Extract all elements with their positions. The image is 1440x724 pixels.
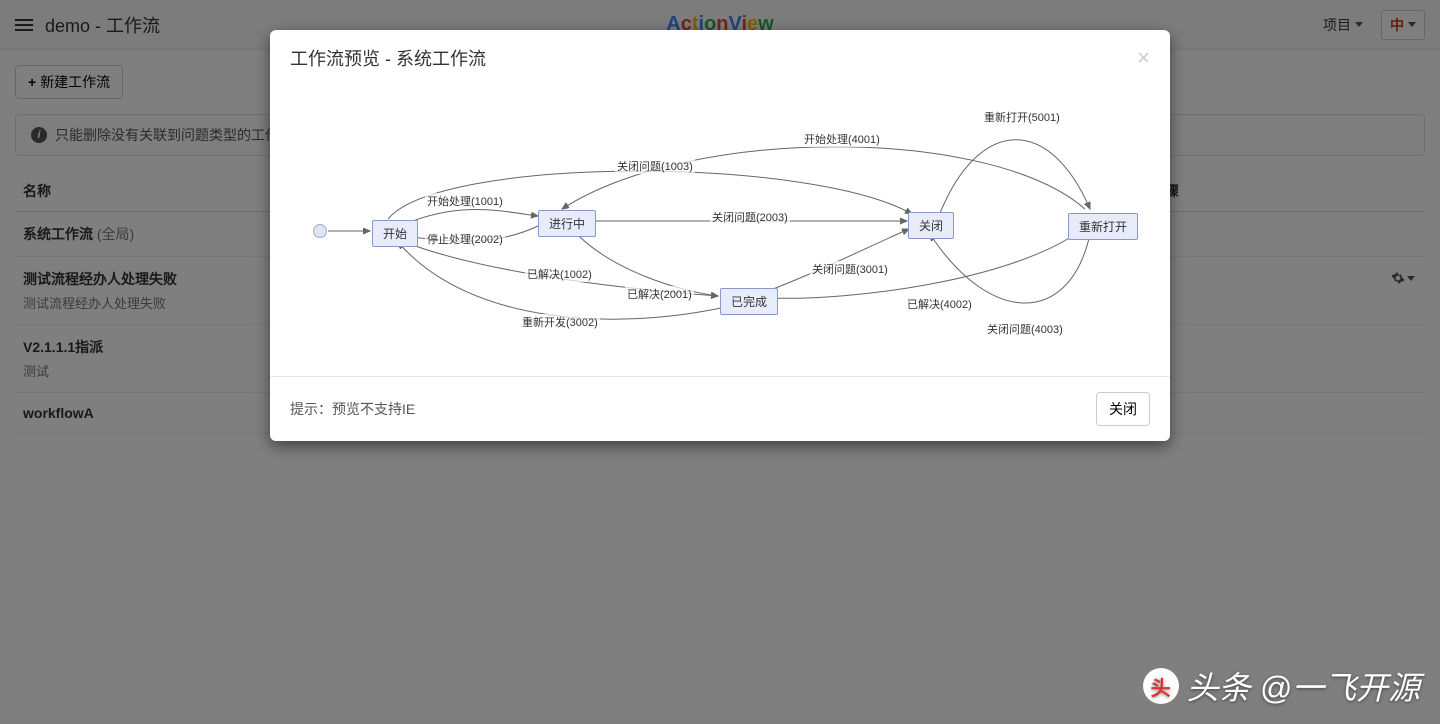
node-start: 开始 (372, 220, 418, 247)
node-reopen: 重新打开 (1068, 213, 1138, 240)
node-in-progress: 进行中 (538, 210, 596, 237)
modal-hint: 提示：预览不支持IE (290, 399, 415, 419)
edge-label: 重新开发(3002) (520, 314, 600, 330)
watermark-icon: 头 (1143, 668, 1179, 704)
edge-label: 已解决(2001) (625, 286, 694, 302)
edge-label: 停止处理(2002) (425, 231, 505, 247)
workflow-preview-modal: 工作流预览 - 系统工作流 × (270, 30, 1170, 441)
modal-footer: 提示：预览不支持IE 关闭 (270, 376, 1170, 441)
node-done: 已完成 (720, 288, 778, 315)
modal-title: 工作流预览 - 系统工作流 (290, 45, 486, 71)
edge-label: 已解决(4002) (905, 296, 974, 312)
edge-label: 重新打开(5001) (982, 109, 1062, 125)
edge-label: 开始处理(4001) (802, 131, 882, 147)
node-closed: 关闭 (908, 212, 954, 239)
workflow-diagram: 开始 进行中 已完成 关闭 重新打开 开始处理(1001) 停止处理(2002)… (290, 96, 1150, 356)
watermark-text: 头条 @一飞开源 (1187, 663, 1420, 709)
modal-header: 工作流预览 - 系统工作流 × (270, 30, 1170, 86)
watermark: 头 头条 @一飞开源 (1143, 663, 1420, 709)
edge-label: 关闭问题(4003) (985, 321, 1065, 337)
edge-label: 关闭问题(1003) (615, 158, 695, 174)
close-button[interactable]: 关闭 (1096, 392, 1150, 426)
edge-label: 开始处理(1001) (425, 193, 505, 209)
close-icon[interactable]: × (1137, 47, 1150, 69)
diagram-edges (290, 96, 1150, 356)
start-dot (313, 224, 327, 238)
edge-label: 关闭问题(2003) (710, 209, 790, 225)
edge-label: 关闭问题(3001) (810, 261, 890, 277)
modal-body: 开始 进行中 已完成 关闭 重新打开 开始处理(1001) 停止处理(2002)… (270, 86, 1170, 376)
edge-label: 已解决(1002) (525, 266, 594, 282)
